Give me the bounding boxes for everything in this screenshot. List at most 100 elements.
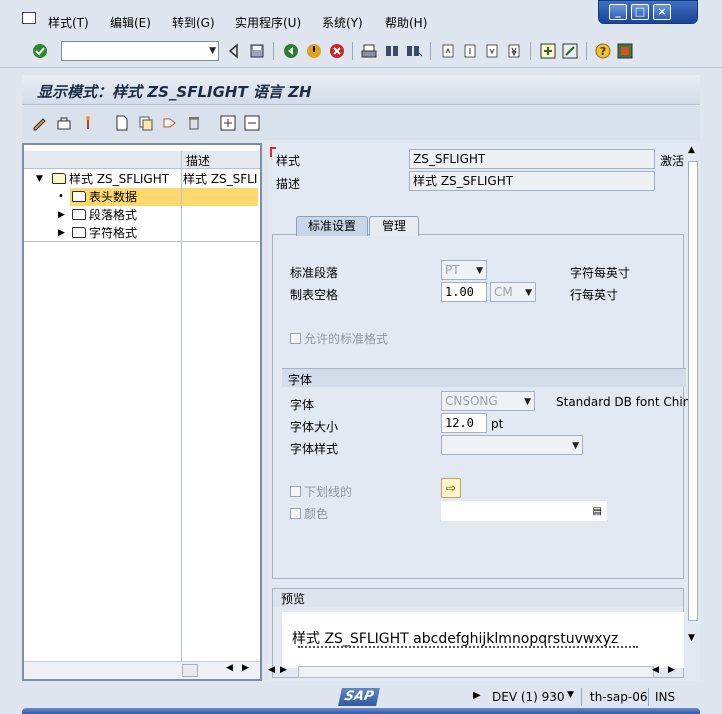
folder-icon bbox=[72, 227, 86, 238]
standard-paragraph-label: 标准段落 bbox=[290, 266, 339, 280]
color-field[interactable]: ▤ bbox=[441, 501, 607, 521]
status-label: 激活 bbox=[660, 154, 685, 168]
activate-icon[interactable] bbox=[56, 115, 72, 131]
underline-checkbox[interactable]: 下划线的 bbox=[290, 483, 352, 500]
detail-vertical-scrollbar[interactable]: ▲ ▼ bbox=[686, 143, 700, 663]
next-page-icon[interactable] bbox=[484, 43, 500, 59]
chevron-down-icon[interactable]: ▼ bbox=[572, 437, 579, 455]
expand-arrow-icon[interactable]: ▶ bbox=[58, 206, 65, 224]
expand-arrow-icon[interactable]: ▶ bbox=[58, 224, 65, 242]
help-icon[interactable]: ? bbox=[595, 43, 611, 59]
first-page-icon[interactable] bbox=[440, 43, 456, 59]
chevron-down-icon[interactable]: ▼ bbox=[209, 46, 216, 56]
exit-icon[interactable] bbox=[306, 43, 322, 59]
info-icon[interactable] bbox=[80, 115, 96, 131]
allowed-formats-checkbox[interactable]: 允许的标准格式 bbox=[290, 330, 388, 347]
preview-text: 样式 ZS_SFLIGHT abcdefghijklmnopqrstuvwxyz bbox=[292, 631, 619, 647]
sap-logo-icon: SAP bbox=[338, 688, 380, 706]
scroll-up-icon[interactable]: ▲ bbox=[688, 145, 695, 155]
find-next-icon[interactable] bbox=[406, 43, 422, 59]
copy-icon[interactable] bbox=[138, 115, 154, 131]
font-style-select[interactable]: ▼ bbox=[441, 435, 583, 455]
font-size-field[interactable]: 12.0 bbox=[441, 413, 487, 433]
scroll-left-icon[interactable]: ◀ bbox=[652, 665, 659, 675]
menu-system[interactable]: 系统(Y) bbox=[322, 14, 363, 31]
save-icon[interactable] bbox=[249, 43, 265, 59]
style-tree: 描述 ▼ 样式 ZS_SFLIGHT 样式 ZS_SFLI • 表头数据 ▶ 段… bbox=[22, 143, 262, 681]
create-icon[interactable] bbox=[114, 115, 130, 131]
tree-node-description: 样式 ZS_SFLI bbox=[183, 172, 258, 186]
menu-style[interactable]: 样式(T) bbox=[48, 14, 89, 31]
description-field[interactable]: 样式 ZS_SFLIGHT bbox=[409, 171, 655, 191]
checkbox-icon[interactable] bbox=[290, 508, 301, 519]
tree-horizontal-scrollbar[interactable]: ◀ ▶ bbox=[24, 661, 260, 679]
font-family-select[interactable]: CNSONG ▼ bbox=[441, 391, 535, 411]
scroll-left-icon[interactable]: ◀ bbox=[226, 663, 233, 673]
scroll-left-icon[interactable]: ◀ bbox=[268, 665, 275, 675]
chevron-down-icon[interactable]: ▼ bbox=[476, 262, 483, 280]
scroll-thumb[interactable] bbox=[182, 664, 198, 677]
preview-text-continuation bbox=[298, 646, 638, 654]
last-page-icon[interactable] bbox=[506, 43, 522, 59]
close-icon[interactable]: × bbox=[653, 4, 671, 20]
scroll-right-icon[interactable]: ▶ bbox=[242, 663, 249, 673]
back-icon[interactable] bbox=[283, 43, 299, 59]
preview-title: 预览 bbox=[281, 592, 306, 606]
expand-arrow-icon[interactable]: ▼ bbox=[36, 170, 43, 188]
system-menu-icon[interactable] bbox=[22, 12, 36, 24]
print-icon[interactable] bbox=[361, 43, 377, 59]
chevron-down-icon[interactable]: ▼ bbox=[525, 284, 532, 302]
enter-icon[interactable] bbox=[32, 43, 48, 59]
font-style-label: 字体样式 bbox=[290, 442, 339, 456]
chevron-down-icon[interactable]: ▼ bbox=[524, 393, 531, 411]
maximize-icon[interactable]: □ bbox=[631, 4, 649, 20]
delete-icon[interactable] bbox=[186, 115, 202, 131]
value-help-icon[interactable]: ▤ bbox=[593, 503, 602, 521]
tab-unit-select[interactable]: CM ▼ bbox=[490, 282, 536, 302]
insert-mode: INS bbox=[655, 690, 676, 704]
checkbox-icon[interactable] bbox=[290, 333, 301, 344]
previous-page-icon[interactable] bbox=[462, 43, 478, 59]
tree-header: 描述 bbox=[24, 151, 260, 169]
display-change-icon[interactable] bbox=[32, 115, 48, 131]
tab-standard-settings[interactable]: 标准设置 bbox=[296, 216, 368, 236]
tab-spacing-field[interactable]: 1.00 bbox=[441, 282, 487, 302]
scroll-track[interactable] bbox=[688, 161, 698, 621]
scroll-down-icon[interactable]: ▼ bbox=[688, 633, 695, 643]
move-icon[interactable] bbox=[162, 115, 178, 131]
menu-utilities[interactable]: 实用程序(U) bbox=[235, 14, 301, 31]
checkbox-icon[interactable] bbox=[290, 486, 301, 497]
font-size-unit: pt bbox=[491, 417, 504, 431]
chevron-down-icon[interactable]: ▼ bbox=[567, 690, 574, 700]
underline-details-arrow-icon[interactable]: ⇨ bbox=[441, 478, 461, 498]
new-session-icon[interactable] bbox=[540, 43, 556, 59]
tree-node-paragraph-formats[interactable]: ▶ 段落格式 bbox=[24, 206, 260, 224]
window-bottom-frame bbox=[22, 708, 700, 714]
customize-layout-icon[interactable] bbox=[617, 43, 633, 59]
window-controls: _ □ × bbox=[598, 0, 698, 24]
cancel-icon[interactable] bbox=[329, 43, 345, 59]
detail-horizontal-scrollbar[interactable]: ◀ ▶ ◀ ▶ bbox=[268, 664, 686, 680]
scroll-thumb[interactable] bbox=[298, 666, 654, 678]
menu-help[interactable]: 帮助(H) bbox=[385, 14, 427, 31]
find-icon[interactable] bbox=[384, 43, 400, 59]
scroll-right-icon[interactable]: ▶ bbox=[280, 665, 287, 675]
menu-goto[interactable]: 转到(G) bbox=[172, 14, 215, 31]
back-arrow-icon[interactable] bbox=[226, 43, 242, 59]
tree-node-header-data[interactable]: • 表头数据 bbox=[24, 188, 260, 206]
tab-administration[interactable]: 管理 bbox=[369, 216, 419, 236]
tree-node-root[interactable]: ▼ 样式 ZS_SFLIGHT 样式 ZS_SFLI bbox=[24, 170, 260, 188]
color-checkbox[interactable]: 颜色 bbox=[290, 505, 328, 522]
tree-node-label: 段落格式 bbox=[89, 208, 138, 222]
menu-edit[interactable]: 编辑(E) bbox=[110, 14, 151, 31]
scroll-right-icon[interactable]: ▶ bbox=[668, 665, 675, 675]
standard-paragraph-select[interactable]: PT ▼ bbox=[441, 260, 487, 280]
collapse-tree-icon[interactable] bbox=[244, 115, 260, 131]
tree-node-character-formats[interactable]: ▶ 字符格式 bbox=[24, 224, 260, 242]
shortcut-icon[interactable] bbox=[562, 43, 578, 59]
minimize-icon[interactable]: _ bbox=[609, 4, 627, 20]
expand-tree-icon[interactable] bbox=[220, 115, 236, 131]
status-expand-icon[interactable]: ▶ bbox=[473, 690, 481, 701]
style-name-field[interactable]: ZS_SFLIGHT bbox=[409, 149, 655, 169]
command-field[interactable]: ▼ bbox=[61, 41, 219, 61]
